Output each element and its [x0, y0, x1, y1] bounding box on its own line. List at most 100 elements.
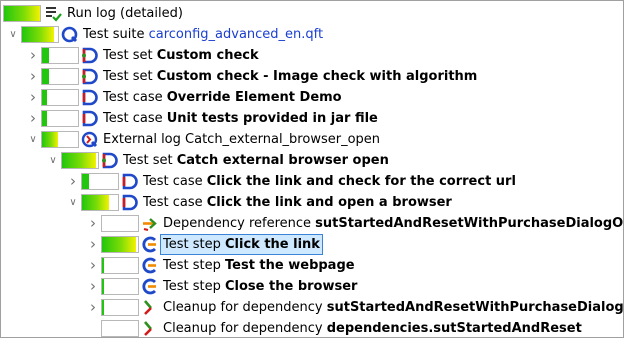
- tree-row[interactable]: Test step Test the webpage: [1, 255, 623, 276]
- test-step-icon: [141, 278, 158, 295]
- node-type-text: Test set: [123, 153, 177, 168]
- expand-chevron-icon[interactable]: [67, 171, 79, 192]
- node-name-text: Override Element Demo: [166, 90, 342, 105]
- node-type-text: Test case: [143, 195, 207, 210]
- tree-row[interactable]: Test set Catch external browser open: [1, 150, 623, 171]
- tree-root-row[interactable]: Run log (detailed): [1, 3, 623, 24]
- tree-row-label: Test step Click the link: [160, 234, 323, 255]
- node-type-text: Test suite: [83, 27, 149, 42]
- node-type-text: Test case: [103, 111, 167, 126]
- expand-chevron-icon[interactable]: [87, 255, 99, 276]
- tree-row[interactable]: Test case Click the link and open a brow…: [1, 192, 623, 213]
- node-name-text: Catch external browser open: [176, 153, 389, 168]
- node-type-text: Test set: [103, 69, 157, 84]
- tree-row-label: Cleanup for dependency dependencies.sutS…: [163, 318, 582, 337]
- expand-chevron-icon[interactable]: [27, 108, 39, 129]
- collapse-chevron-icon[interactable]: [27, 129, 39, 150]
- node-type-text: External log: [103, 132, 186, 147]
- tree-row-label: Test case Unit tests provided in jar fil…: [103, 108, 378, 129]
- dependency-reference-icon: [141, 215, 158, 232]
- expand-chevron-icon[interactable]: [27, 87, 39, 108]
- test-step-icon: [141, 236, 158, 253]
- node-name-text: carconfig_advanced_en.qft: [148, 27, 324, 42]
- tree-row-label: Test step Close the browser: [163, 276, 357, 297]
- node-name-text: Custom check: [156, 48, 259, 63]
- node-name-text: sutStartedAndResetWithPurchaseDialogOpen: [315, 216, 624, 231]
- expand-chevron-icon[interactable]: [87, 297, 99, 318]
- tree-row[interactable]: Cleanup for dependency dependencies.sutS…: [1, 318, 623, 337]
- tree-row-label: Test set Catch external browser open: [123, 150, 389, 171]
- tree-row-label: Test set Custom check: [103, 45, 259, 66]
- tree-row-label: Cleanup for dependency sutStartedAndRese…: [163, 297, 623, 318]
- node-type-text: Cleanup for dependency: [163, 300, 327, 315]
- node-type-text: Test set: [103, 48, 157, 63]
- node-name-text: Test the webpage: [225, 258, 355, 273]
- expand-chevron-icon[interactable]: [87, 213, 99, 234]
- node-type-text: Test step: [163, 258, 225, 273]
- node-name-text: dependencies.sutStartedAndReset: [326, 321, 582, 336]
- tree-row[interactable]: Test step Close the browser: [1, 276, 623, 297]
- node-name-text: Catch_external_browser_open: [185, 132, 381, 147]
- tree-row[interactable]: Test case Unit tests provided in jar fil…: [1, 108, 623, 129]
- node-type-text: Test case: [143, 174, 207, 189]
- collapse-chevron-icon[interactable]: [7, 24, 19, 45]
- progress-bar: [101, 236, 139, 253]
- progress-bar: [41, 131, 79, 148]
- tree-root-label: Run log (detailed): [67, 6, 183, 21]
- cleanup-icon: [141, 299, 158, 316]
- tree-row[interactable]: Dependency reference sutStartedAndResetW…: [1, 213, 623, 234]
- tree-row[interactable]: Test set Custom check - Image check with…: [1, 66, 623, 87]
- test-case-icon: [81, 89, 98, 106]
- node-type-text: Dependency reference: [163, 216, 316, 231]
- test-case-icon: [81, 110, 98, 127]
- tree-row[interactable]: External log Catch_external_browser_open: [1, 129, 623, 150]
- tree-row[interactable]: Test step Click the link: [1, 234, 623, 255]
- tree-row-label: Dependency reference sutStartedAndResetW…: [163, 213, 624, 234]
- node-name-text: Click the link and open a browser: [206, 195, 452, 210]
- tree-row-label: External log Catch_external_browser_open: [103, 129, 380, 150]
- node-type-text: Test case: [103, 90, 167, 105]
- run-log-tree[interactable]: Run log (detailed) Test suite carconfig_…: [0, 0, 624, 338]
- node-type-text: Test step: [163, 237, 225, 252]
- progress-bar: [101, 215, 139, 232]
- expand-chevron-icon[interactable]: [87, 276, 99, 297]
- node-name-text: Close the browser: [225, 279, 358, 294]
- tree-row[interactable]: Test case Override Element Demo: [1, 87, 623, 108]
- cleanup-icon: [141, 320, 158, 337]
- test-suite-icon: [61, 26, 78, 43]
- tree-row-label: Test case Override Element Demo: [103, 87, 342, 108]
- test-set-icon: [81, 47, 98, 64]
- node-name-text: Unit tests provided in jar file: [166, 111, 378, 126]
- tree-row-label: Test set Custom check - Image check with…: [103, 66, 477, 87]
- progress-bar: [101, 278, 139, 295]
- tree-row[interactable]: Test suite carconfig_advanced_en.qft: [1, 24, 623, 45]
- progress-bar: [21, 26, 59, 43]
- progress-bar: [81, 173, 119, 190]
- progress-bar: [41, 89, 79, 106]
- node-name-text: Click the link: [225, 237, 320, 252]
- progress-bar: [101, 299, 139, 316]
- tree-row-label: Test case Click the link and open a brow…: [143, 192, 452, 213]
- test-case-icon: [121, 194, 138, 211]
- node-type-text: Cleanup for dependency: [163, 321, 327, 336]
- external-log-icon: [81, 131, 98, 148]
- test-case-icon: [121, 173, 138, 190]
- expand-chevron-icon[interactable]: [87, 234, 99, 255]
- tree-row-label: Test case Click the link and check for t…: [143, 171, 516, 192]
- tree-row[interactable]: Test case Click the link and check for t…: [1, 171, 623, 192]
- expand-chevron-icon[interactable]: [27, 66, 39, 87]
- tree-row[interactable]: Cleanup for dependency sutStartedAndRese…: [1, 297, 623, 318]
- progress-bar: [81, 194, 119, 211]
- collapse-chevron-icon[interactable]: [47, 150, 59, 171]
- progress-bar: [3, 5, 41, 22]
- expand-chevron-icon[interactable]: [27, 45, 39, 66]
- node-type-text: Test step: [163, 279, 225, 294]
- collapse-chevron-icon[interactable]: [67, 192, 79, 213]
- tree-row[interactable]: Test set Custom check: [1, 45, 623, 66]
- run-log-icon: [45, 5, 62, 22]
- progress-bar: [101, 320, 139, 337]
- node-name-text: Custom check - Image check with algorith…: [156, 69, 478, 84]
- progress-bar: [41, 68, 79, 85]
- tree-row-label: Test step Test the webpage: [163, 255, 355, 276]
- node-name-text: Click the link and check for the correct…: [206, 174, 516, 189]
